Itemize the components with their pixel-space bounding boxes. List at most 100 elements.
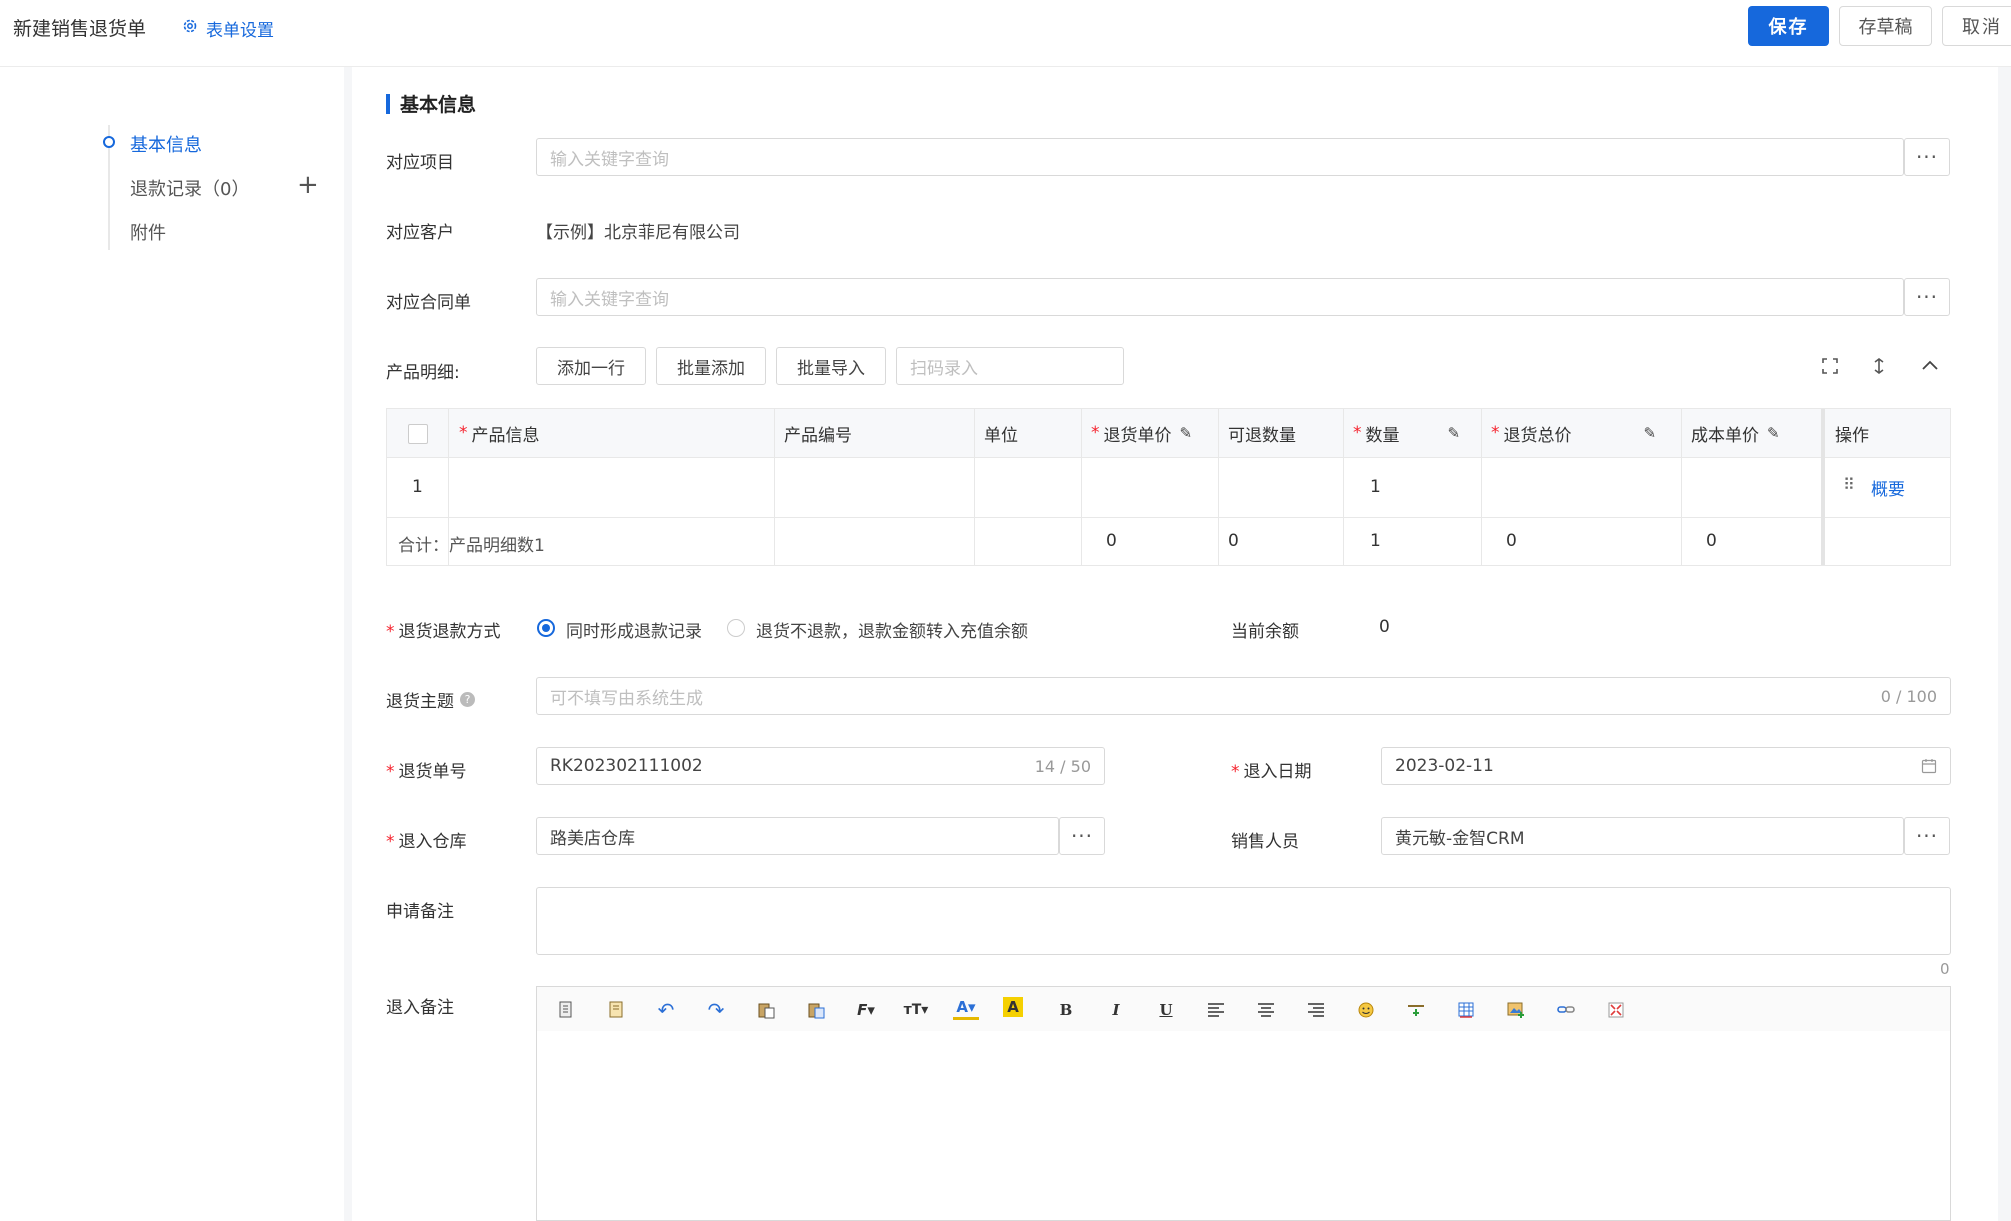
subject-label: 退货主题 <box>386 692 454 712</box>
edit-icon[interactable]: ✎ <box>1180 424 1193 442</box>
source-code-icon[interactable] <box>553 997 579 1023</box>
warehouse-input[interactable]: 路美店仓库 <box>536 817 1059 855</box>
fullscreen-icon[interactable] <box>1821 356 1839 380</box>
section-title: 基本信息 <box>386 90 476 117</box>
subject-input[interactable]: 可不填写由系统生成 0 / 100 <box>536 677 1951 715</box>
order-no-counter: 14 / 50 <box>1034 756 1091 776</box>
gear-icon <box>182 18 198 39</box>
salesperson-value: 黄元敏-金智CRM <box>1395 828 1525 849</box>
edit-icon[interactable]: ✎ <box>1448 424 1461 442</box>
date-value: 2023-02-11 <box>1395 756 1494 776</box>
horizontal-rule-icon[interactable] <box>1403 997 1429 1023</box>
apply-remark-counter: 0 <box>1940 960 1950 978</box>
col-divider <box>774 409 775 565</box>
sidebar-item-basic-info[interactable]: 基本信息 <box>130 131 202 157</box>
table-divider <box>387 517 1950 518</box>
subject-placeholder: 可不填写由系统生成 <box>550 688 703 709</box>
col-divider <box>1481 409 1482 565</box>
apply-remark-textarea[interactable] <box>536 887 1951 955</box>
font-size-icon[interactable]: тT▾ <box>903 997 929 1023</box>
scan-input[interactable]: 扫码录入 <box>896 347 1124 385</box>
drag-handle-icon[interactable]: ⠿ <box>1843 475 1855 494</box>
italic-icon[interactable]: I <box>1103 997 1129 1023</box>
section-title-text: 基本信息 <box>400 94 477 116</box>
col-divider <box>1681 409 1682 565</box>
template-icon[interactable] <box>603 997 629 1023</box>
order-no-input[interactable]: RK202302111002 14 / 50 <box>536 747 1105 785</box>
warehouse-label: * 退入仓库 <box>386 832 467 852</box>
rich-text-editor[interactable] <box>536 1031 1951 1221</box>
align-left-icon[interactable] <box>1203 997 1229 1023</box>
redo-icon[interactable]: ↷ <box>703 997 729 1023</box>
row-index: 1 <box>412 477 423 497</box>
th-return-price: * 退货单价 ✎ <box>1091 423 1193 446</box>
font-color-icon[interactable]: A▾ <box>953 997 979 1020</box>
refund-option-2-label[interactable]: 退货不退款，退款金额转入充值余额 <box>756 617 1028 642</box>
save-draft-button[interactable]: 存草稿 <box>1839 6 1932 46</box>
project-label: 对应项目 <box>386 153 454 173</box>
sidebar-item-refund-records[interactable]: 退款记录（0） <box>130 175 249 201</box>
summary-cost-price: 0 <box>1706 531 1717 551</box>
salesperson-input[interactable]: 黄元敏-金智CRM <box>1381 817 1904 855</box>
undo-icon[interactable]: ↶ <box>653 997 679 1023</box>
add-row-button[interactable]: 添加一行 <box>536 347 646 385</box>
page-title: 新建销售退货单 <box>13 18 147 40</box>
row-qty[interactable]: 1 <box>1370 477 1381 497</box>
balance-label: 当前余额 <box>1231 622 1299 642</box>
insert-image-icon[interactable] <box>1503 997 1529 1023</box>
col-divider <box>1218 409 1219 565</box>
underline-icon[interactable]: U <box>1153 997 1179 1023</box>
section-title-bar <box>386 93 390 114</box>
bold-icon[interactable]: B <box>1053 997 1079 1023</box>
order-no-value: RK202302111002 <box>550 756 703 776</box>
product-table: * 产品信息 产品编号 单位 * 退货单价 ✎ 可退数量 * 数量 ✎ * 退货总价 ✎ 成本… <box>386 408 1951 566</box>
warehouse-more-button[interactable]: ··· <box>1059 817 1105 855</box>
row-summary-link[interactable]: 概要 <box>1871 475 1905 500</box>
help-icon[interactable]: ? <box>460 692 475 707</box>
batch-import-button[interactable]: 批量导入 <box>776 347 886 385</box>
th-product-info: * 产品信息 <box>459 423 540 446</box>
project-placeholder: 输入关键字查询 <box>550 149 669 170</box>
batch-add-button[interactable]: 批量添加 <box>656 347 766 385</box>
th-qty: * 数量 ✎ <box>1353 423 1461 446</box>
edit-icon[interactable]: ✎ <box>1644 424 1657 442</box>
project-more-button[interactable]: ··· <box>1904 138 1950 176</box>
form-settings-link[interactable]: 表单设置 <box>182 16 274 41</box>
collapse-icon[interactable] <box>1920 356 1940 380</box>
align-right-icon[interactable] <box>1303 997 1329 1023</box>
fullscreen-editor-icon[interactable] <box>1603 997 1629 1023</box>
sidebar-item-attachments[interactable]: 附件 <box>130 219 166 245</box>
refund-option-2-radio[interactable] <box>727 619 745 637</box>
emoji-icon[interactable] <box>1353 997 1379 1023</box>
refund-option-1-label[interactable]: 同时形成退款记录 <box>566 617 702 642</box>
th-product-code: 产品编号 <box>784 425 852 446</box>
date-input[interactable]: 2023-02-11 <box>1381 747 1951 785</box>
col-divider <box>1081 409 1082 565</box>
cancel-button[interactable]: 取消 <box>1942 6 2011 46</box>
edit-icon[interactable]: ✎ <box>1767 424 1780 442</box>
select-all-checkbox[interactable] <box>408 424 428 444</box>
calendar-icon[interactable] <box>1921 758 1937 778</box>
th-cost-price: 成本单价 ✎ <box>1691 424 1780 446</box>
highlight-icon[interactable]: A <box>1003 997 1023 1017</box>
link-icon[interactable] <box>1553 997 1579 1023</box>
salesperson-more-button[interactable]: ··· <box>1904 817 1950 855</box>
paste-icon[interactable] <box>753 997 779 1023</box>
summary-returnable-qty: 0 <box>1228 531 1239 551</box>
contract-more-button[interactable]: ··· <box>1904 278 1950 316</box>
contract-label: 对应合同单 <box>386 293 471 313</box>
save-button[interactable]: 保存 <box>1748 6 1829 46</box>
paste-word-icon[interactable] <box>803 997 829 1023</box>
contract-input[interactable]: 输入关键字查询 <box>536 278 1904 316</box>
top-bar: 新建销售退货单 表单设置 保存 存草稿 取消 <box>0 0 2011 67</box>
refund-option-1-radio[interactable] <box>537 619 555 637</box>
project-input[interactable]: 输入关键字查询 <box>536 138 1904 176</box>
customer-label: 对应客户 <box>386 223 454 243</box>
col-divider <box>1343 409 1344 565</box>
table-icon[interactable] <box>1453 997 1479 1023</box>
row-height-icon[interactable] <box>1870 356 1888 380</box>
add-refund-record-icon[interactable]: + <box>297 172 319 198</box>
font-family-icon[interactable]: F▾ <box>853 997 879 1023</box>
align-center-icon[interactable] <box>1253 997 1279 1023</box>
customer-value: 【示例】北京菲尼有限公司 <box>536 223 740 243</box>
